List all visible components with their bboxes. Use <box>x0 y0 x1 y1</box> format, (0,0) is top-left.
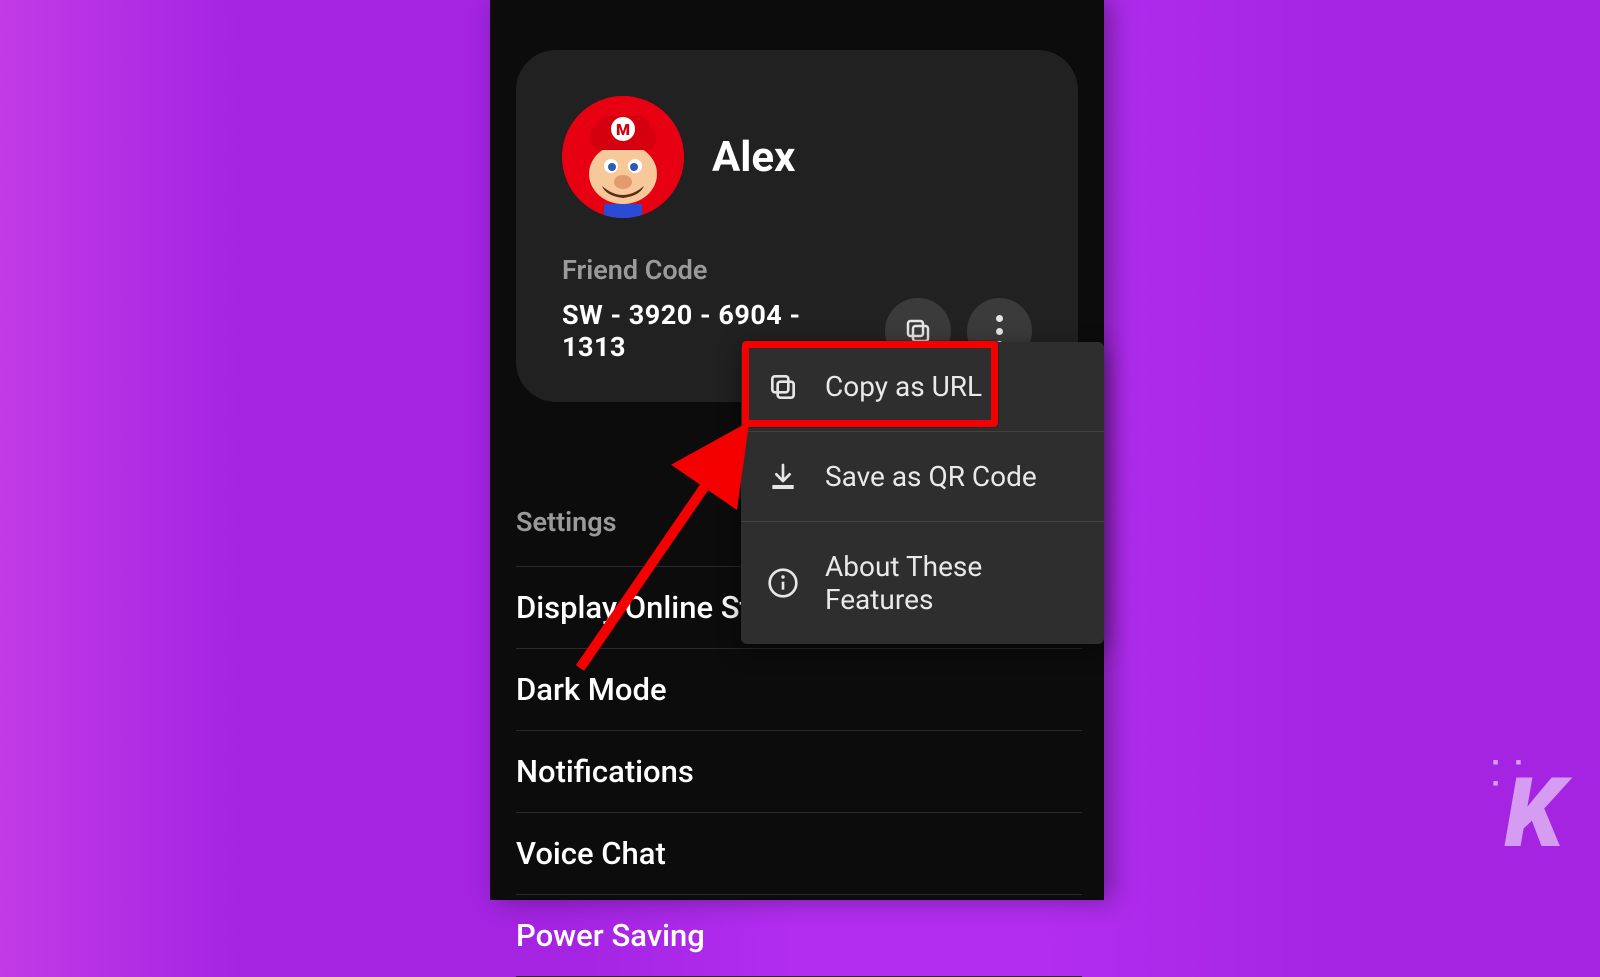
svg-text:M: M <box>616 120 630 139</box>
profile-row: M Alex <box>562 96 1032 218</box>
watermark-dots: ▪ ▪▪ <box>1492 752 1527 794</box>
popover-item-about-features[interactable]: About These Features <box>741 521 1104 644</box>
avatar-mario-icon: M <box>562 96 684 218</box>
settings-item-voice-chat[interactable]: Voice Chat <box>516 813 1082 895</box>
popover-item-save-qr-code[interactable]: Save as QR Code <box>741 431 1104 521</box>
settings-item-dark-mode[interactable]: Dark Mode <box>516 649 1082 731</box>
settings-item-power-saving[interactable]: Power Saving <box>516 895 1082 977</box>
settings-item-notifications[interactable]: Notifications <box>516 731 1082 813</box>
watermark: ▪ ▪▪ K <box>1504 758 1560 870</box>
popover-item-label: About These Features <box>825 550 1078 616</box>
friend-code-label: Friend Code <box>562 254 1032 286</box>
profile-name: Alex <box>712 133 795 182</box>
friend-code-popover: Copy as URL Save as QR Code About These … <box>741 342 1104 644</box>
info-icon <box>767 567 799 599</box>
copy-icon <box>767 371 799 403</box>
popover-item-copy-as-url[interactable]: Copy as URL <box>741 342 1104 431</box>
download-icon <box>767 461 799 493</box>
avatar[interactable]: M <box>562 96 684 218</box>
popover-item-label: Copy as URL <box>825 370 982 403</box>
popover-item-label: Save as QR Code <box>825 460 1037 493</box>
